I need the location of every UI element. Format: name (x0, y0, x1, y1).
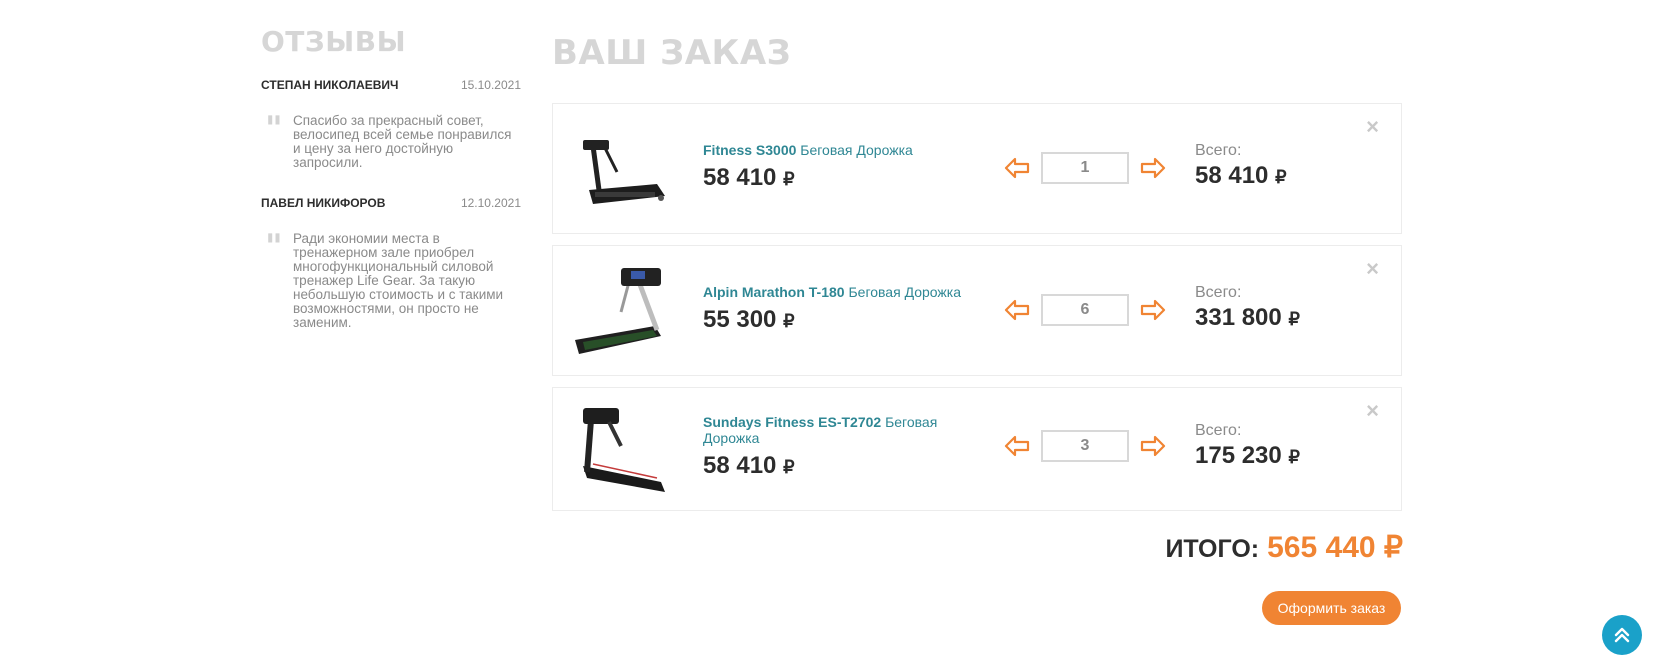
currency-symbol: ₽ (783, 169, 795, 189)
order-section: ВАШ ЗАКАЗ Fitness S3000 Беговая Дорожка … (552, 30, 1402, 522)
review-item: СТЕПАН НИКОЛАЕВИЧ 15.10.2021 " Спасибо з… (261, 78, 521, 170)
reviews-title: ОТЗЫВЫ (261, 25, 407, 58)
currency-symbol: ₽ (1288, 447, 1300, 467)
treadmill-image[interactable] (569, 260, 679, 360)
item-total-label: Всего: (1195, 142, 1242, 159)
quantity-stepper (1003, 152, 1167, 184)
quantity-input[interactable] (1041, 430, 1129, 462)
unit-price: 58 410 ₽ (703, 164, 795, 191)
quote-icon: " (265, 227, 283, 267)
remove-item-icon[interactable]: × (1366, 400, 1379, 422)
product-name-link[interactable]: Fitness S3000 (703, 142, 796, 158)
order-item: Alpin Marathon T-180 Беговая Дорожка 55 … (552, 245, 1402, 376)
currency-symbol: ₽ (783, 457, 795, 477)
remove-item-icon[interactable]: × (1366, 116, 1379, 138)
product-type: Беговая Дорожка (848, 284, 961, 300)
product-name-link[interactable]: Sundays Fitness ES-T2702 (703, 414, 881, 430)
unit-price: 58 410 ₽ (703, 452, 795, 479)
unit-price: 55 300 ₽ (703, 306, 795, 333)
currency-symbol: ₽ (783, 311, 795, 331)
review-author: СТЕПАН НИКОЛАЕВИЧ (261, 78, 399, 92)
checkout-button[interactable]: Оформить заказ (1262, 591, 1401, 625)
review-item: ПАВЕЛ НИКИФОРОВ 12.10.2021 " Ради эконом… (261, 196, 521, 330)
quantity-input[interactable] (1041, 294, 1129, 326)
quantity-stepper (1003, 430, 1167, 462)
grand-total-value: 565 440 ₽ (1267, 531, 1403, 564)
arrow-left-icon[interactable] (1003, 434, 1031, 458)
remove-item-icon[interactable]: × (1366, 258, 1379, 280)
currency-symbol: ₽ (1275, 167, 1287, 187)
treadmill-image[interactable] (569, 402, 679, 502)
product-name-link[interactable]: Alpin Marathon T-180 (703, 284, 845, 300)
quote-icon: " (265, 109, 283, 149)
review-text: Спасибо за прекрасный совет, велосипед в… (293, 113, 512, 170)
quantity-input[interactable] (1041, 152, 1129, 184)
review-author: ПАВЕЛ НИКИФОРОВ (261, 196, 386, 210)
order-items-list: Fitness S3000 Беговая Дорожка 58 410 ₽ В… (552, 103, 1402, 511)
item-total-value: 58 410 ₽ (1195, 162, 1287, 189)
treadmill-image[interactable] (569, 118, 679, 218)
order-title: ВАШ ЗАКАЗ (552, 33, 792, 73)
arrow-right-icon[interactable] (1139, 156, 1167, 180)
reviews-section: ОТЗЫВЫ СТЕПАН НИКОЛАЕВИЧ 15.10.2021 " Сп… (261, 24, 521, 330)
arrow-right-icon[interactable] (1139, 298, 1167, 322)
item-total-value: 175 230 ₽ (1195, 442, 1300, 469)
currency-symbol: ₽ (1288, 309, 1300, 329)
order-item: Fitness S3000 Беговая Дорожка 58 410 ₽ В… (552, 103, 1402, 234)
arrow-right-icon[interactable] (1139, 434, 1167, 458)
review-text: Ради экономии места в тренажерном зале п… (293, 231, 504, 330)
item-total-label: Всего: (1195, 284, 1242, 301)
grand-total-label: ИТОГО: (1165, 535, 1260, 563)
review-date: 15.10.2021 (460, 78, 521, 92)
review-date: 12.10.2021 (460, 196, 521, 210)
scroll-to-top-button[interactable] (1602, 615, 1642, 655)
order-item: Sundays Fitness ES-T2702 Беговая Дорожка… (552, 387, 1402, 511)
quantity-stepper (1003, 294, 1167, 326)
item-total-value: 331 800 ₽ (1195, 304, 1300, 331)
grand-total: ИТОГО: 565 440 ₽ (1165, 530, 1403, 565)
product-type: Беговая Дорожка (800, 142, 913, 158)
double-chevron-up-icon (1614, 627, 1630, 643)
arrow-left-icon[interactable] (1003, 298, 1031, 322)
arrow-left-icon[interactable] (1003, 156, 1031, 180)
item-total-label: Всего: (1195, 422, 1242, 439)
